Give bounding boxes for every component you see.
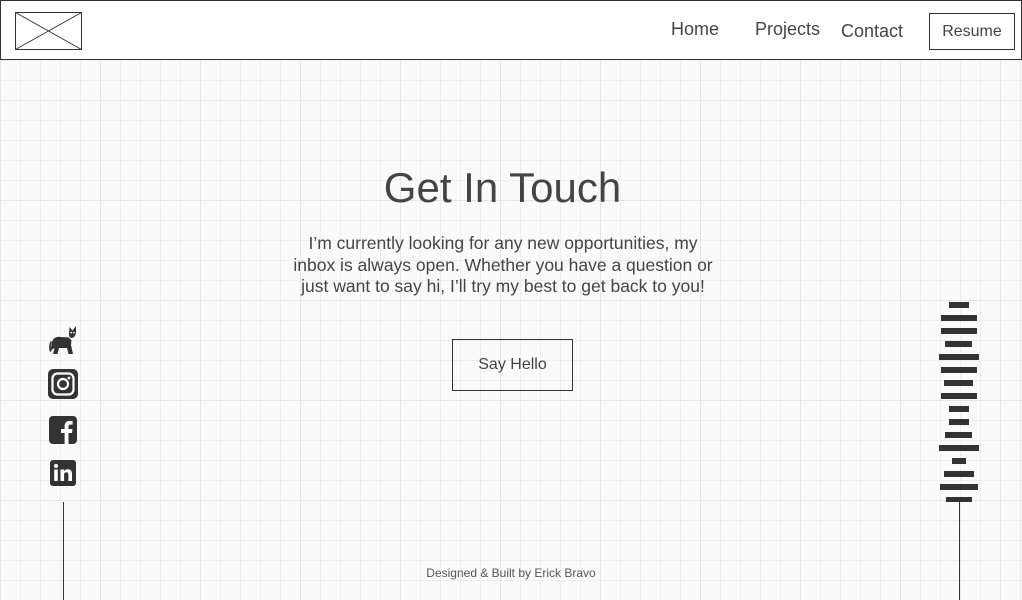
resume-button[interactable]: Resume (929, 13, 1015, 50)
instagram-icon (48, 369, 78, 399)
navbar: Home Projects Contact Resume (0, 0, 1022, 60)
facebook-link[interactable] (47, 414, 79, 446)
facebook-icon (49, 416, 77, 444)
left-vertical-line (63, 502, 64, 600)
github-link[interactable] (47, 324, 79, 356)
nav-contact-link[interactable]: Contact (841, 21, 903, 42)
linkedin-icon (50, 460, 76, 486)
page-title: Get In Touch (383, 164, 622, 211)
nav-projects-link[interactable]: Projects (755, 19, 820, 40)
right-vertical-line (959, 502, 960, 600)
nav-home-link[interactable]: Home (671, 19, 719, 40)
linkedin-link[interactable] (47, 457, 79, 489)
contact-description: I’m currently looking for any new opport… (293, 233, 713, 296)
github-icon (49, 326, 76, 354)
footer-credit: Designed & Built by Erick Bravo (426, 566, 596, 580)
instagram-link[interactable] (47, 368, 79, 400)
logo-placeholder-icon[interactable] (15, 12, 82, 50)
side-email-graphic[interactable] (938, 300, 980, 504)
say-hello-button[interactable]: Say Hello (452, 339, 573, 391)
